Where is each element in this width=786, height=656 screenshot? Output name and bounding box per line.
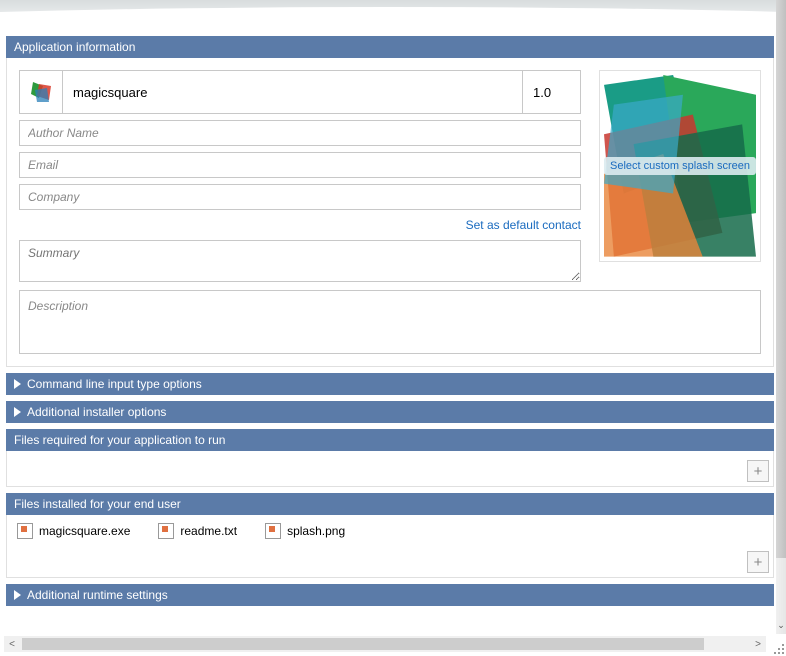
horizontal-scrollbar[interactable]: < > <box>4 636 766 652</box>
description-input[interactable]: Description <box>19 290 761 354</box>
add-installed-file-button[interactable]: + <box>747 551 769 573</box>
file-name: readme.txt <box>180 524 237 538</box>
files-installed-list: magicsquare.exe readme.txt splash.png + <box>6 515 774 578</box>
scroll-down-arrow[interactable]: ⌄ <box>776 620 786 634</box>
file-icon <box>17 523 33 539</box>
horizontal-scroll-thumb[interactable] <box>22 638 704 650</box>
horizontal-scroll-track[interactable] <box>22 638 748 650</box>
chevron-right-icon <box>14 379 21 389</box>
section-header-runtime[interactable]: Additional runtime settings <box>6 584 774 606</box>
section-header-files-installed: Files installed for your end user <box>6 493 774 515</box>
vertical-scrollbar[interactable] <box>776 0 786 634</box>
section-title: Additional installer options <box>27 405 166 419</box>
section-header-cmdline[interactable]: Command line input type options <box>6 373 774 395</box>
set-default-contact-link[interactable]: Set as default contact <box>19 216 581 234</box>
file-icon <box>265 523 281 539</box>
app-version-input[interactable] <box>523 70 581 114</box>
splash-label: Select custom splash screen <box>604 157 756 175</box>
section-title: Files required for your application to r… <box>14 433 225 447</box>
summary-input[interactable] <box>19 240 581 282</box>
file-name: magicsquare.exe <box>39 524 130 538</box>
scroll-right-arrow[interactable]: > <box>750 636 766 652</box>
app-icon-picker[interactable] <box>19 70 63 114</box>
section-title: Application information <box>14 40 135 54</box>
vertical-scroll-thumb[interactable] <box>776 0 786 558</box>
add-required-file-button[interactable]: + <box>747 460 769 482</box>
file-item[interactable]: splash.png <box>265 523 345 539</box>
company-input[interactable] <box>19 184 581 210</box>
window-decorative-top <box>0 0 786 36</box>
chevron-right-icon <box>14 590 21 600</box>
splash-screen-picker[interactable]: Select custom splash screen <box>599 70 761 262</box>
section-header-app-info: Application information <box>6 36 774 58</box>
file-icon <box>158 523 174 539</box>
section-header-installer[interactable]: Additional installer options <box>6 401 774 423</box>
app-name-input[interactable] <box>63 70 523 114</box>
file-item[interactable]: magicsquare.exe <box>17 523 130 539</box>
section-title: Additional runtime settings <box>27 588 168 602</box>
file-name: splash.png <box>287 524 345 538</box>
files-required-list: + <box>6 451 774 487</box>
author-name-input[interactable] <box>19 120 581 146</box>
file-item[interactable]: readme.txt <box>158 523 237 539</box>
email-input[interactable] <box>19 152 581 178</box>
resize-grip[interactable] <box>772 642 786 656</box>
section-header-files-required: Files required for your application to r… <box>6 429 774 451</box>
section-title: Command line input type options <box>27 377 202 391</box>
app-logo-icon <box>29 80 53 104</box>
section-title: Files installed for your end user <box>14 497 181 511</box>
chevron-right-icon <box>14 407 21 417</box>
scroll-left-arrow[interactable]: < <box>4 636 20 652</box>
